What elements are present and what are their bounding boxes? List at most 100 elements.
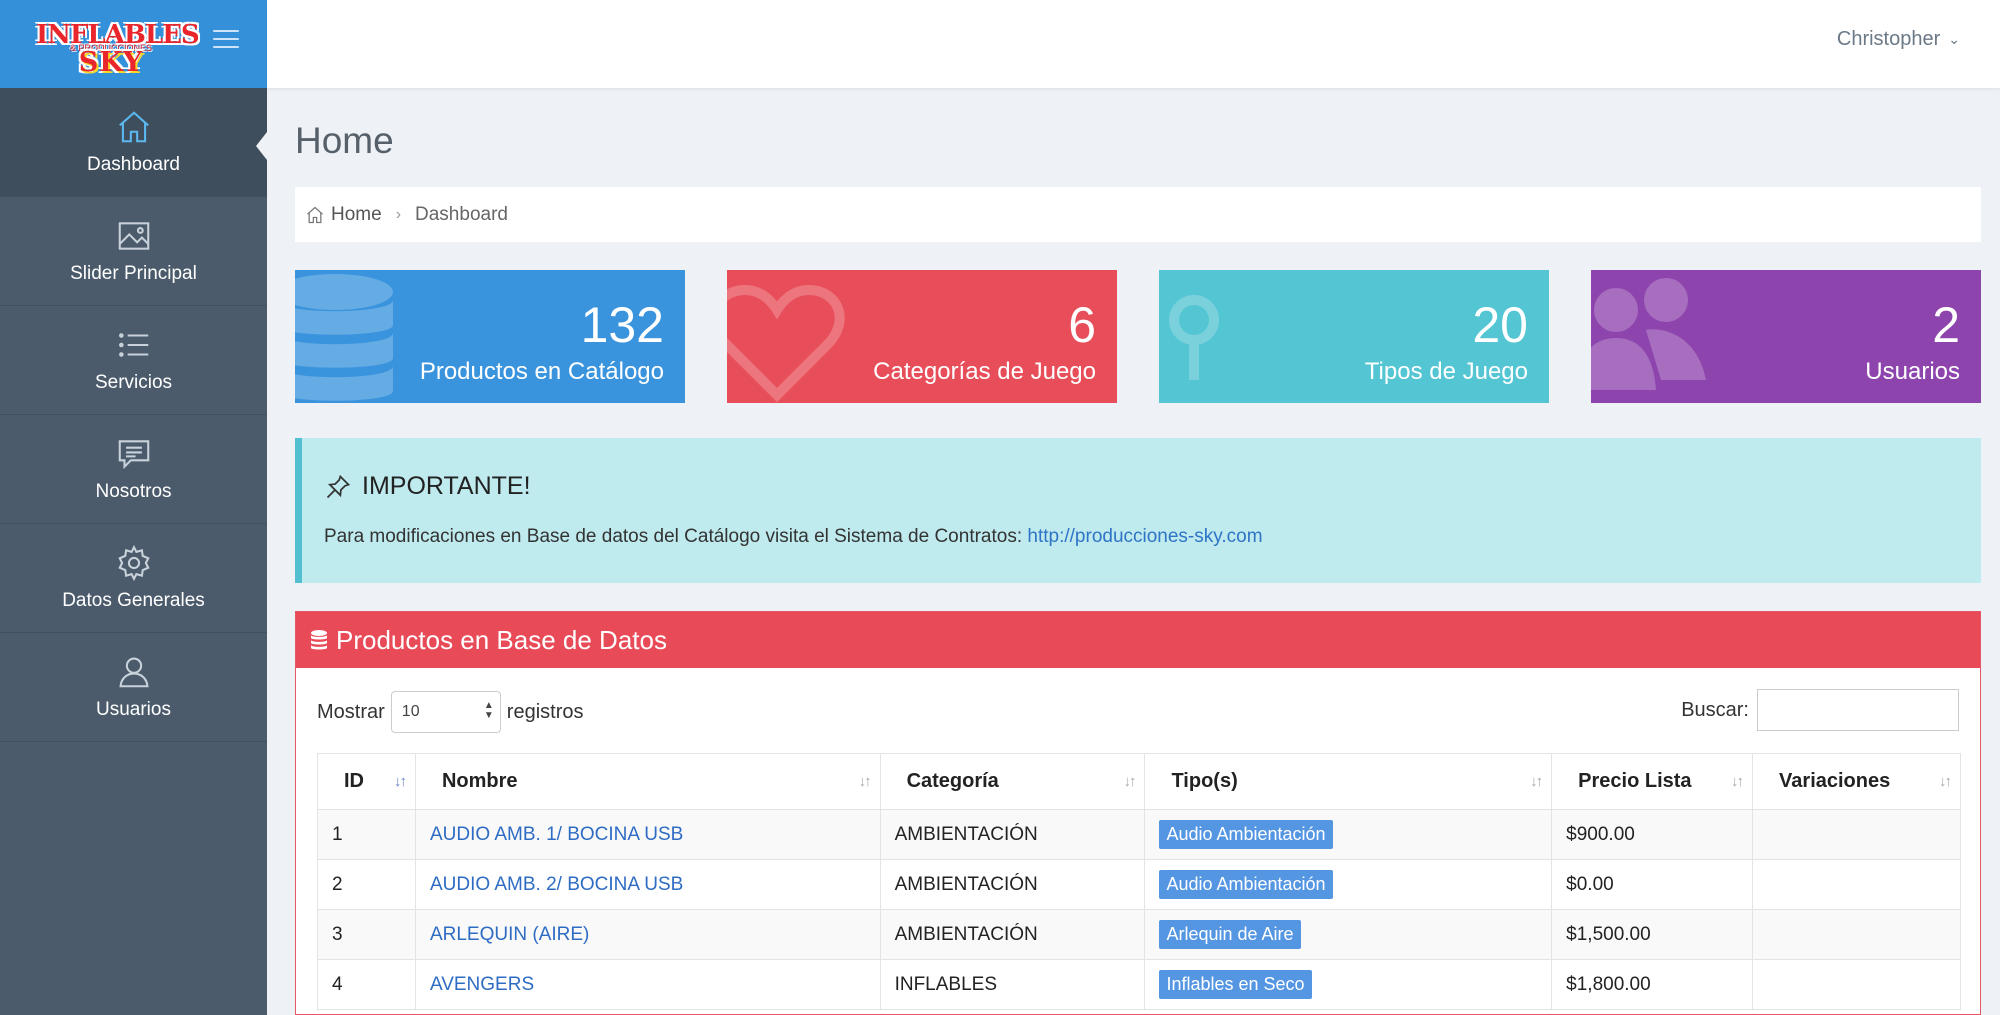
products-panel: Productos en Base de Datos Mostrar 10 ▲ ▼…	[295, 611, 1981, 1015]
gear-icon	[117, 544, 150, 582]
cell-id: 4	[317, 959, 416, 1010]
page-size-control: Mostrar 10 ▲ ▼ registros	[317, 691, 584, 733]
info-alert: IMPORTANTE! Para modificaciones en Base …	[295, 438, 1981, 583]
cell-nombre: AUDIO AMB. 2/ BOCINA USB	[414, 859, 881, 910]
users-icon	[1591, 278, 1706, 390]
cell-variaciones	[1752, 959, 1961, 1010]
show-label: Mostrar	[317, 700, 385, 723]
tipo-badge: Arlequin de Aire	[1159, 920, 1301, 949]
page-size-select[interactable]: 10 ▲ ▼	[390, 691, 501, 733]
sort-icon: ↓↑	[1939, 773, 1952, 790]
sort-icon: ↓↑	[1530, 773, 1543, 790]
brand-logo[interactable]: INFLABLES & PRODUCCIONES SKY	[36, 16, 200, 78]
breadcrumb-current: Dashboard	[415, 203, 508, 225]
breadcrumb: Home › Dashboard	[295, 187, 1981, 242]
alert-message: Para modificaciones en Base de datos del…	[324, 526, 1263, 548]
breadcrumb-home[interactable]: Home	[305, 204, 382, 226]
product-link[interactable]: AUDIO AMB. 2/ BOCINA USB	[430, 874, 683, 895]
cell-variaciones	[1752, 859, 1961, 910]
cell-id: 1	[317, 809, 416, 860]
search-input[interactable]	[1757, 689, 1959, 731]
stethoscope-icon	[1169, 295, 1219, 380]
stat-card-tipos[interactable]: 20 Tipos de Juego	[1159, 270, 1549, 403]
tipo-badge: Audio Ambientación	[1159, 820, 1333, 849]
cell-categoria: AMBIENTACIÓN	[879, 809, 1146, 860]
cell-precio: $1,500.00	[1551, 909, 1754, 960]
product-link[interactable]: AUDIO AMB. 1/ BOCINA USB	[430, 824, 683, 845]
sort-icon: ↓↑	[1731, 773, 1744, 790]
user-menu[interactable]: Christopher ⌄	[1837, 28, 1960, 51]
cell-precio: $1,800.00	[1551, 959, 1754, 1010]
cell-tipo: Arlequin de Aire	[1144, 909, 1553, 960]
pin-icon	[326, 474, 351, 498]
table-row: 4 AVENGERS INFLABLES Inflables en Seco $…	[317, 959, 1961, 1010]
sidebar-item-slider[interactable]: Slider Principal	[0, 197, 267, 306]
sidebar-item-datos-generales[interactable]: Datos Generales	[0, 524, 267, 633]
cell-categoria: AMBIENTACIÓN	[879, 859, 1146, 910]
select-arrows-icon: ▲ ▼	[483, 700, 494, 721]
tipo-badge: Audio Ambientación	[1159, 870, 1333, 899]
stat-card-productos[interactable]: 132 Productos en Catálogo	[295, 270, 685, 403]
sidebar-item-usuarios[interactable]: Usuarios	[0, 633, 267, 742]
sort-icon: ↓↑	[858, 773, 872, 790]
cell-tipo: Inflables en Seco	[1144, 959, 1553, 1010]
alert-message-text: Para modificaciones en Base de datos del…	[324, 526, 1028, 547]
cell-precio: $900.00	[1551, 809, 1754, 860]
chat-icon	[118, 440, 149, 470]
column-header-variaciones[interactable]: Variaciones ↓↑	[1752, 753, 1961, 810]
chevron-down-icon: ⌄	[1948, 31, 1960, 48]
stat-card-usuarios[interactable]: 2 Usuarios	[1591, 270, 1981, 403]
sidebar-item-label: Servicios	[94, 372, 173, 393]
table-row: 2 AUDIO AMB. 2/ BOCINA USB AMBIENTACIÓN …	[317, 859, 1961, 910]
column-header-nombre[interactable]: Nombre ↓↑	[414, 753, 881, 810]
alert-title-text: IMPORTANTE!	[362, 472, 531, 500]
cell-tipo: Audio Ambientación	[1144, 809, 1553, 860]
sidebar-item-label: Datos Generales	[62, 590, 205, 611]
product-link[interactable]: ARLEQUIN (AIRE)	[430, 924, 589, 945]
menu-toggle-icon[interactable]	[213, 30, 239, 52]
heart-icon	[727, 284, 845, 403]
alert-link[interactable]: http://producciones-sky.com	[1027, 526, 1262, 547]
sort-asc-icon: ↓↑	[393, 773, 407, 790]
cell-tipo: Audio Ambientación	[1144, 859, 1553, 910]
search-control: Buscar:	[1681, 689, 1959, 731]
logo-text-sky: SKY	[78, 47, 144, 78]
database-icon	[295, 274, 393, 401]
stat-value: 6	[1068, 297, 1096, 353]
table-row: 3 ARLEQUIN (AIRE) AMBIENTACIÓN Arlequin …	[317, 909, 1961, 960]
sort-icon: ↓↑	[1123, 773, 1136, 790]
products-table: ID ↓↑ Nombre ↓↑ Categoría ↓↑ Tipo(s) ↓↑ Prec…	[317, 753, 1961, 1010]
sidebar-item-servicios[interactable]: Servicios	[0, 306, 267, 415]
sidebar-item-nosotros[interactable]: Nosotros	[0, 415, 267, 524]
breadcrumb-home-label: Home	[331, 203, 382, 225]
sidebar-item-label: Usuarios	[96, 699, 171, 720]
panel-title: Productos en Base de Datos	[336, 624, 667, 655]
column-header-id[interactable]: ID ↓↑	[317, 753, 416, 810]
column-header-categoria[interactable]: Categoría ↓↑	[879, 753, 1146, 810]
sidebar-item-label: Nosotros	[95, 481, 172, 502]
tipo-badge: Inflables en Seco	[1159, 970, 1312, 999]
sidebar-item-label: Dashboard	[87, 154, 180, 175]
chevron-right-icon: ›	[395, 205, 402, 223]
stat-label: Usuarios	[1865, 358, 1960, 385]
user-icon	[118, 657, 149, 688]
list-icon	[118, 333, 148, 357]
search-label: Buscar:	[1681, 698, 1749, 721]
cell-categoria: INFLABLES	[879, 959, 1146, 1010]
product-link[interactable]: AVENGERS	[430, 974, 534, 995]
stat-value: 20	[1472, 297, 1528, 353]
page-size-value: 10	[401, 703, 420, 720]
stat-label: Categorías de Juego	[873, 358, 1096, 385]
cell-nombre: AUDIO AMB. 1/ BOCINA USB	[414, 809, 881, 860]
cell-id: 2	[317, 859, 416, 910]
alert-title: IMPORTANTE!	[324, 472, 531, 501]
image-icon	[118, 222, 149, 250]
column-header-tipos[interactable]: Tipo(s) ↓↑	[1144, 753, 1553, 810]
sidebar-item-dashboard[interactable]: Dashboard	[0, 88, 267, 197]
stat-card-categorias[interactable]: 6 Categorías de Juego	[727, 270, 1117, 403]
table-header-row: ID ↓↑ Nombre ↓↑ Categoría ↓↑ Tipo(s) ↓↑ Prec…	[317, 753, 1961, 810]
cell-nombre: AVENGERS	[414, 959, 881, 1010]
column-header-precio[interactable]: Precio Lista ↓↑	[1551, 753, 1754, 810]
stat-label: Productos en Catálogo	[419, 358, 664, 385]
records-label: registros	[506, 700, 584, 723]
